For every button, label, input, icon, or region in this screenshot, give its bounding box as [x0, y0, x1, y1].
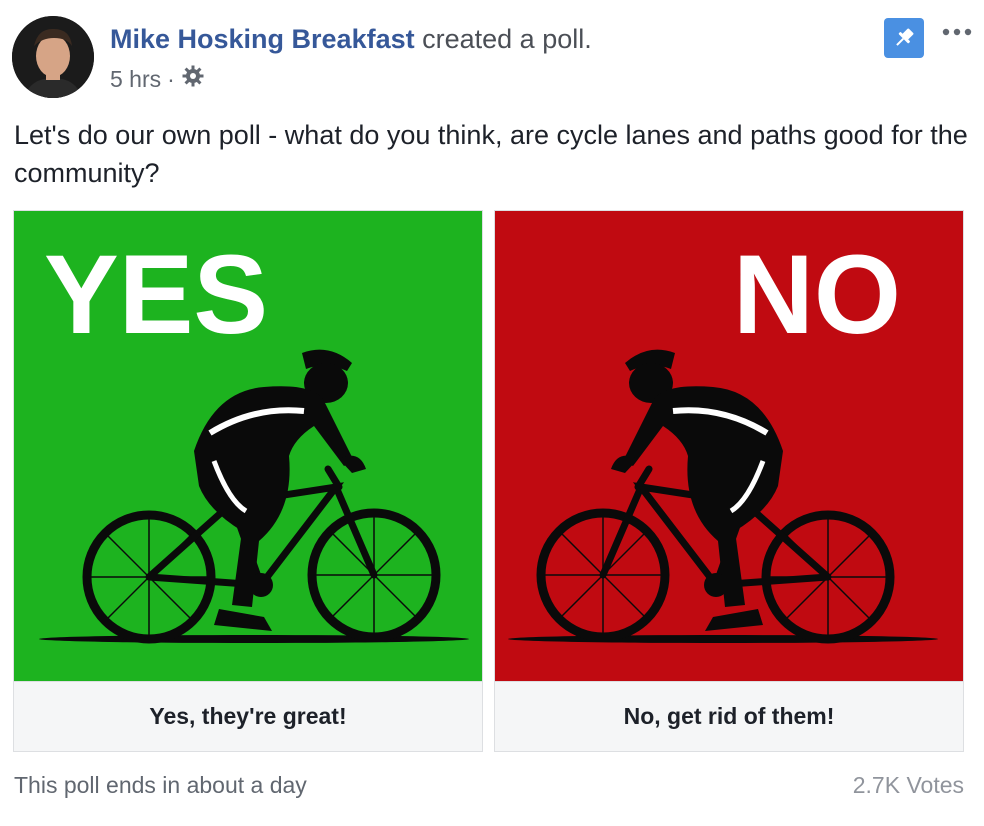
- meta-separator: ·: [167, 65, 175, 92]
- no-image-text: NO: [733, 232, 901, 357]
- poll-end-time: This poll ends in about a day: [14, 772, 307, 798]
- post-body-text: Let's do our own poll - what do you thin…: [14, 120, 968, 188]
- poll-option-yes-image: YES: [14, 211, 482, 681]
- post-meta: 5 hrs ·: [110, 64, 205, 94]
- pin-button[interactable]: [884, 18, 924, 58]
- pin-icon: [896, 28, 914, 46]
- yes-image-text: YES: [44, 232, 268, 357]
- more-options-button[interactable]: [940, 20, 974, 44]
- poll-option-no-image: NO: [495, 211, 963, 681]
- post-action-text: created a poll.: [422, 24, 592, 54]
- avatar-photo: [12, 16, 94, 98]
- author-name-link[interactable]: Mike Hosking Breakfast: [110, 24, 415, 54]
- more-dots-icon: [942, 28, 972, 36]
- poll-option-no-label[interactable]: No, get rid of them!: [495, 681, 963, 751]
- poll-option-yes[interactable]: YES Yes, they're great!: [13, 210, 483, 752]
- author-avatar[interactable]: [12, 16, 94, 98]
- poll-option-no[interactable]: NO No, get rid of them!: [494, 210, 964, 752]
- poll-vote-count[interactable]: 2.7K Votes: [853, 772, 964, 799]
- post-timestamp[interactable]: 5 hrs: [110, 66, 161, 93]
- post-header-line: Mike Hosking Breakfast created a poll.: [110, 24, 592, 55]
- gear-icon[interactable]: [181, 64, 205, 94]
- poll-option-yes-label[interactable]: Yes, they're great!: [14, 681, 482, 751]
